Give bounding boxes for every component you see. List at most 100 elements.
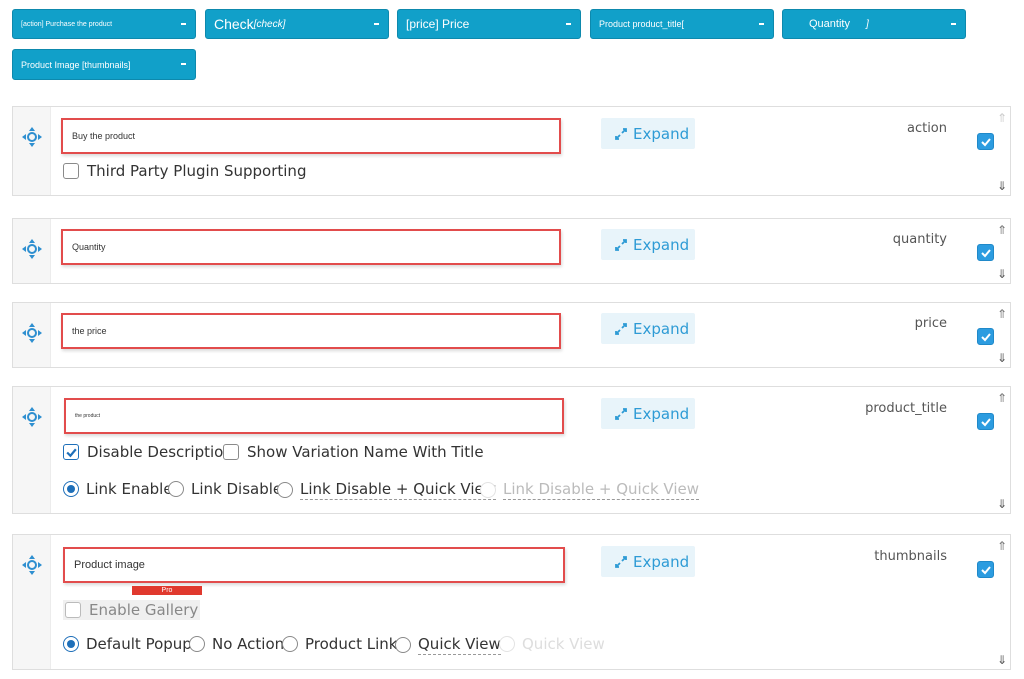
option-label: Third Party Plugin Supporting: [87, 162, 307, 180]
option-label: Disable Description: [87, 443, 233, 461]
column-label-input[interactable]: Quantity: [61, 229, 561, 265]
expand-label: Expand: [633, 404, 690, 423]
move-icon: [22, 127, 42, 147]
column-row-quantity: Quantity Expand quantity ⇑ ⇓: [12, 218, 1011, 284]
radio[interactable]: [395, 637, 411, 653]
drag-handle[interactable]: [13, 387, 51, 513]
option-show-variation[interactable]: Show Variation Name With Title: [223, 443, 484, 461]
radio-link-disable-quick-view[interactable]: Link Disable + Quick View: [277, 480, 497, 500]
caret-down-icon: [951, 23, 956, 25]
checkbox[interactable]: [65, 602, 81, 618]
move-down-icon[interactable]: ⇓: [997, 180, 1007, 192]
field-chip-quantity[interactable]: Quantity]: [782, 9, 966, 39]
move-down-icon[interactable]: ⇓: [997, 268, 1007, 280]
field-chip-thumbnails[interactable]: Product Image [thumbnails]: [12, 49, 196, 80]
move-up-icon[interactable]: ⇑: [997, 112, 1007, 124]
field-chip-check[interactable]: Check [check]: [205, 9, 389, 39]
field-chip-label: Product Image [thumbnails]: [21, 59, 131, 70]
caret-down-icon: [181, 23, 186, 25]
column-key: product_title: [865, 401, 947, 416]
radio[interactable]: [63, 636, 79, 652]
column-label-input[interactable]: Product image: [63, 547, 565, 583]
expand-button[interactable]: Expand: [601, 229, 695, 260]
caret-down-icon: [374, 23, 379, 25]
move-icon: [22, 555, 42, 575]
enable-checkbox[interactable]: [977, 133, 994, 150]
field-chip-action[interactable]: [action] Purchase the product: [12, 9, 196, 39]
field-chip-label: Quantity: [809, 18, 850, 30]
option-disable-description[interactable]: Disable Description: [63, 443, 233, 461]
field-chip-label: [action] Purchase the product: [21, 20, 113, 28]
field-chip-label: [price] Price: [406, 17, 470, 31]
radio-quick-view-pro[interactable]: Quick View: [499, 635, 605, 653]
field-chip-product-title[interactable]: Product product_title[: [590, 9, 774, 39]
option-label: Product Link: [305, 635, 398, 653]
radio-default-popup[interactable]: Default Popup: [63, 635, 192, 653]
radio-product-link[interactable]: Product Link: [282, 635, 397, 653]
check-icon: [981, 566, 991, 575]
check-icon: [981, 333, 991, 342]
move-down-icon[interactable]: ⇓: [997, 498, 1007, 510]
column-label-input[interactable]: Buy the product: [61, 118, 561, 154]
radio[interactable]: [63, 481, 79, 497]
option-enable-gallery[interactable]: Enable Gallery: [63, 600, 201, 620]
field-chip-price[interactable]: [price] Price: [397, 9, 581, 39]
column-row-action: Buy the product Expand action ⇑ ⇓ Third …: [12, 106, 1011, 196]
enable-checkbox[interactable]: [977, 328, 994, 345]
radio-link-disable[interactable]: Link Disable: [168, 480, 282, 498]
move-down-icon[interactable]: ⇓: [997, 352, 1007, 364]
column-key: thumbnails: [874, 549, 947, 564]
radio[interactable]: [282, 636, 298, 652]
radio[interactable]: [277, 482, 293, 498]
field-chip-label: Check: [214, 16, 254, 32]
drag-handle[interactable]: [13, 107, 51, 195]
enable-checkbox[interactable]: [977, 244, 994, 261]
drag-handle[interactable]: [13, 219, 51, 283]
move-up-icon[interactable]: ⇑: [997, 540, 1007, 552]
option-label: Show Variation Name With Title: [247, 443, 484, 461]
expand-label: Expand: [633, 552, 690, 571]
expand-arrows-icon: [615, 555, 627, 568]
radio[interactable]: [189, 636, 205, 652]
drag-handle[interactable]: [13, 303, 51, 367]
move-icon: [22, 239, 42, 259]
expand-arrows-icon: [615, 407, 627, 420]
expand-button[interactable]: Expand: [601, 313, 695, 344]
move-down-icon[interactable]: ⇓: [997, 654, 1007, 666]
option-label: Link Disable + Quick View: [300, 480, 497, 500]
option-label: Default Popup: [86, 635, 192, 653]
radio-link-enable[interactable]: Link Enable: [63, 480, 173, 498]
expand-button[interactable]: Expand: [601, 546, 695, 577]
option-third-party[interactable]: Third Party Plugin Supporting: [63, 162, 306, 180]
field-chip-suffix: [check]: [253, 18, 286, 30]
move-up-icon[interactable]: ⇑: [997, 392, 1007, 404]
field-chip-suffix: ]: [865, 18, 869, 30]
checkbox[interactable]: [63, 163, 79, 179]
drag-handle[interactable]: [13, 535, 51, 669]
enable-checkbox[interactable]: [977, 413, 994, 430]
enable-checkbox[interactable]: [977, 561, 994, 578]
expand-button[interactable]: Expand: [601, 118, 695, 149]
checkbox[interactable]: [63, 444, 79, 460]
radio[interactable]: [480, 482, 496, 498]
move-up-icon[interactable]: ⇑: [997, 224, 1007, 236]
column-label-input[interactable]: the product: [64, 398, 564, 434]
radio[interactable]: [499, 636, 515, 652]
column-key: action: [906, 121, 947, 136]
move-up-icon[interactable]: ⇑: [997, 308, 1007, 320]
caret-down-icon: [566, 23, 571, 25]
checkbox[interactable]: [223, 444, 239, 460]
caret-down-icon: [181, 63, 186, 65]
radio[interactable]: [168, 481, 184, 497]
expand-arrows-icon: [615, 322, 627, 335]
radio-quick-view[interactable]: Quick View: [395, 635, 501, 655]
check-icon: [981, 138, 991, 147]
column-row-price: the price Expand price ⇑ ⇓: [12, 302, 1011, 368]
expand-button[interactable]: Expand: [601, 398, 695, 429]
column-label-input[interactable]: the price: [61, 313, 561, 349]
column-key: price: [914, 316, 947, 331]
radio-link-disable-quick-view-pro[interactable]: Link Disable + Quick View: [480, 480, 700, 500]
option-label: No Action: [212, 635, 285, 653]
radio-no-action[interactable]: No Action: [189, 635, 284, 653]
option-label: Link Enable: [86, 480, 173, 498]
